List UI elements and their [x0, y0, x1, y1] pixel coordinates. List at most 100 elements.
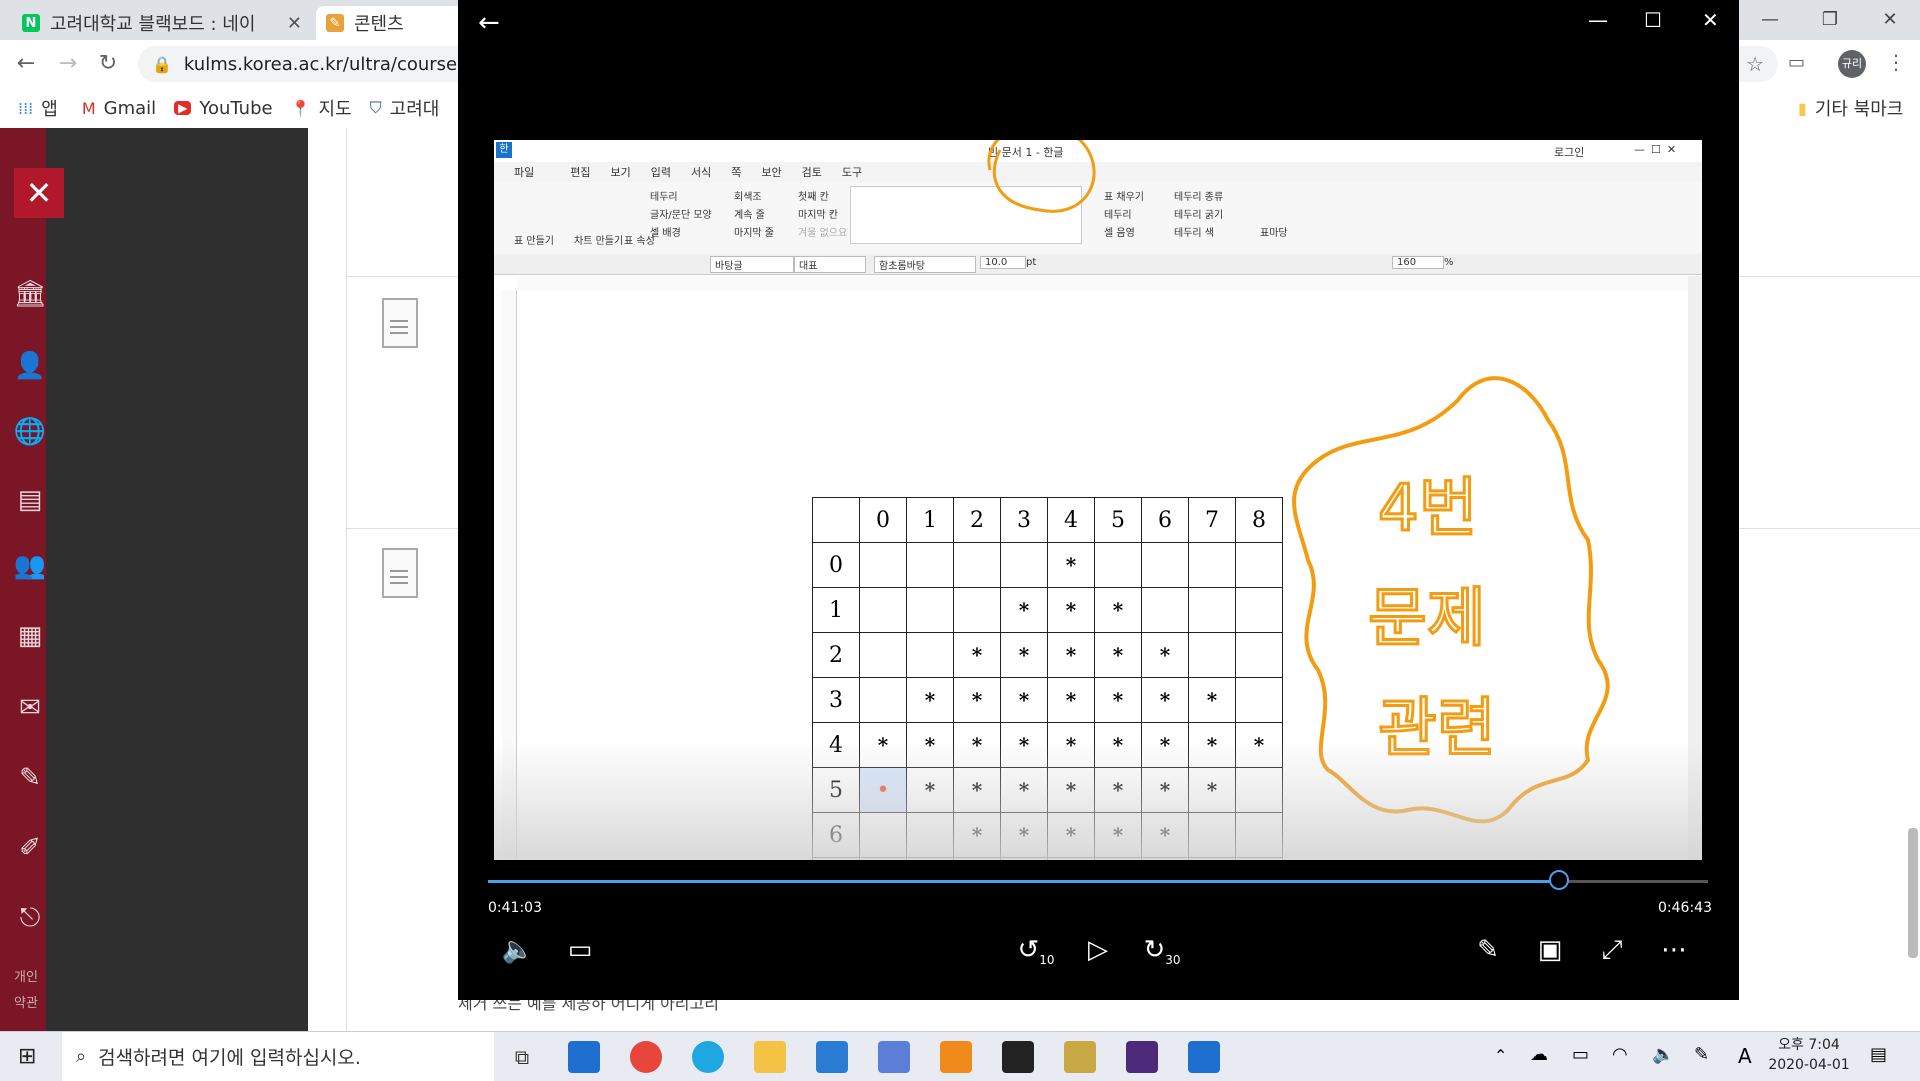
ribbon-check[interactable]: 회색조 — [734, 188, 762, 203]
grid-row-label[interactable]: 4 — [812, 722, 860, 768]
grid-cell[interactable]: * — [1188, 767, 1236, 813]
grid-cell[interactable]: * — [1000, 857, 1048, 860]
ime-indicator[interactable]: A — [1738, 1044, 1752, 1068]
grades-icon[interactable]: ✎ — [10, 758, 50, 798]
bookmark-korea[interactable]: ⛉ 고려대 — [370, 95, 440, 121]
grid-cell[interactable] — [1188, 587, 1236, 633]
grid-cell[interactable]: * — [906, 677, 954, 723]
size-unit[interactable]: pt — [1026, 257, 1036, 268]
grid-cell[interactable]: * — [1000, 587, 1048, 633]
grid-cell[interactable] — [859, 857, 907, 860]
grid-row-label[interactable]: 0 — [812, 542, 860, 588]
menu-security[interactable]: 보안 — [761, 164, 781, 180]
grid-cell[interactable]: * — [953, 722, 1001, 768]
grid-cell[interactable] — [1141, 542, 1189, 588]
close-icon[interactable]: ✕ — [1860, 0, 1920, 40]
ribbon-border-weight[interactable]: 테두리 굵기 — [1174, 206, 1223, 221]
grid-cell[interactable]: * — [1000, 722, 1048, 768]
mail-icon[interactable] — [816, 1041, 848, 1073]
grid-cell[interactable] — [1188, 857, 1236, 860]
grid-cell[interactable]: * — [1141, 677, 1189, 723]
grid-cell[interactable]: * — [1047, 542, 1095, 588]
grid-cell[interactable]: * — [1094, 677, 1142, 723]
grid-row-label[interactable]: 2 — [812, 632, 860, 678]
document-page[interactable]: 0 1 2 3 4 5 6 7 8 0 * 1 * * * 2 * * * * * 3 * * * * * * * 4 * * * * * * * * * 5… — [518, 290, 1688, 860]
grid-header-cell[interactable]: 5 — [1094, 497, 1142, 543]
grid-row-label[interactable]: 7 — [812, 857, 860, 860]
menu-tools[interactable]: 도구 — [842, 164, 862, 180]
taskbar-search-input[interactable]: ⌕ 검색하려면 여기에 입력하십시오. — [62, 1032, 494, 1081]
seek-thumb[interactable] — [1549, 870, 1570, 890]
ribbon-border-type[interactable]: 테두리 종류 — [1174, 188, 1223, 203]
grid-cell[interactable]: * — [1000, 677, 1048, 723]
grid-cell[interactable]: * — [1094, 767, 1142, 813]
grid-row-label[interactable]: 5 — [812, 767, 860, 813]
minimize-icon[interactable]: — — [1588, 8, 1608, 32]
browser-tab-blackboard[interactable]: N 고려대학교 블랙보드 : 네이 ✕ — [12, 6, 312, 40]
bookmark-apps[interactable]: ⁞⁞⁞ 앱 — [18, 95, 58, 121]
menu-review[interactable]: 검토 — [802, 164, 822, 180]
grid-cell[interactable]: * — [1094, 587, 1142, 633]
more-menu-icon[interactable]: ⋮ — [1886, 50, 1906, 74]
ribbon-check[interactable]: 셀 배경 — [650, 224, 681, 239]
edge-icon[interactable] — [568, 1041, 600, 1073]
grid-cell[interactable]: * — [1094, 812, 1142, 858]
grid-cell[interactable]: * — [1047, 812, 1095, 858]
grid-cell[interactable] — [1235, 857, 1283, 860]
grid-header-cell[interactable]: 3 — [1000, 497, 1048, 543]
pen-icon[interactable]: ✎ — [1468, 935, 1508, 965]
volume-icon[interactable]: 🔈 — [498, 935, 538, 965]
grid-cell[interactable]: * — [1141, 722, 1189, 768]
document-scrollbar[interactable] — [1688, 276, 1702, 860]
size-input[interactable]: 10.0 — [980, 256, 1026, 269]
grid-cell[interactable] — [953, 587, 1001, 633]
hangul-login[interactable]: 로그인 — [1554, 144, 1584, 160]
snip-tool-icon[interactable] — [1064, 1041, 1096, 1073]
ribbon-check[interactable]: 마지막 칸 — [798, 206, 838, 221]
para-select[interactable]: 대표 — [794, 256, 866, 273]
zoom-input[interactable]: 160 — [1392, 256, 1444, 269]
grid-cell[interactable] — [1141, 857, 1189, 860]
video-frame[interactable]: 한 빈 문서 1 - 한글 로그인 —☐✕ 파일 편집 보기 입력 서식 쪽 보… — [494, 140, 1702, 860]
courses-icon[interactable]: ▤ — [10, 480, 50, 520]
logout-icon[interactable]: ⎋ — [10, 898, 50, 938]
tab-close-icon[interactable]: ✕ — [287, 13, 302, 34]
mini-view-icon[interactable]: ▣ — [1530, 935, 1570, 965]
profile-avatar[interactable]: 규리 — [1838, 50, 1866, 78]
grid-cell[interactable]: * — [1000, 812, 1048, 858]
task-view-icon[interactable]: ⧉ — [506, 1041, 538, 1073]
grid-header-cell[interactable]: 2 — [953, 497, 1001, 543]
grid-cell[interactable] — [906, 587, 954, 633]
terminal-icon[interactable] — [1002, 1041, 1034, 1073]
grid-cell[interactable] — [1188, 632, 1236, 678]
bookmark-star-icon[interactable]: ☆ — [1746, 52, 1764, 76]
font-select[interactable]: 함초롬바탕 — [874, 256, 976, 273]
reload-icon[interactable]: ↻ — [92, 48, 124, 80]
grid-cell[interactable]: * — [906, 767, 954, 813]
calendar-icon[interactable]: ▦ — [10, 616, 50, 656]
ribbon-check[interactable]: 마지막 줄 — [734, 224, 774, 239]
grid-cell[interactable]: * — [859, 722, 907, 768]
notifications-icon[interactable]: ▤ — [1870, 1044, 1887, 1065]
forward-icon[interactable]: → — [52, 48, 84, 80]
cast-icon[interactable]: ▭ — [1788, 52, 1805, 73]
style-select[interactable]: 바탕글 — [710, 256, 794, 273]
grid-cell[interactable] — [906, 812, 954, 858]
ribbon-table-yard[interactable]: 표마당 — [1260, 224, 1288, 239]
hangul-win-controls[interactable]: —☐✕ — [1634, 143, 1682, 156]
grid-cell[interactable] — [953, 542, 1001, 588]
captions-icon[interactable]: ▭ — [560, 935, 600, 965]
grid-row-label[interactable]: 1 — [812, 587, 860, 633]
ribbon-check[interactable]: 첫째 칸 — [798, 188, 829, 203]
ribbon-check[interactable]: 글자/문단 모양 — [650, 206, 712, 221]
menu-insert[interactable]: 입력 — [651, 164, 671, 180]
bookmark-gmail[interactable]: M Gmail — [82, 98, 156, 119]
institution-icon[interactable]: 🏛 — [10, 274, 50, 314]
grid-cell[interactable]: * — [1094, 857, 1142, 860]
bookmark-youtube[interactable]: ▶ YouTube — [174, 98, 273, 119]
more-options-icon[interactable]: ⋯ — [1654, 935, 1694, 965]
grid-cell[interactable] — [906, 542, 954, 588]
play-icon[interactable]: ▷ — [1078, 935, 1118, 965]
edit-icon[interactable]: ✐ — [10, 828, 50, 868]
fullscreen-icon[interactable]: ⤢ — [1592, 935, 1632, 966]
